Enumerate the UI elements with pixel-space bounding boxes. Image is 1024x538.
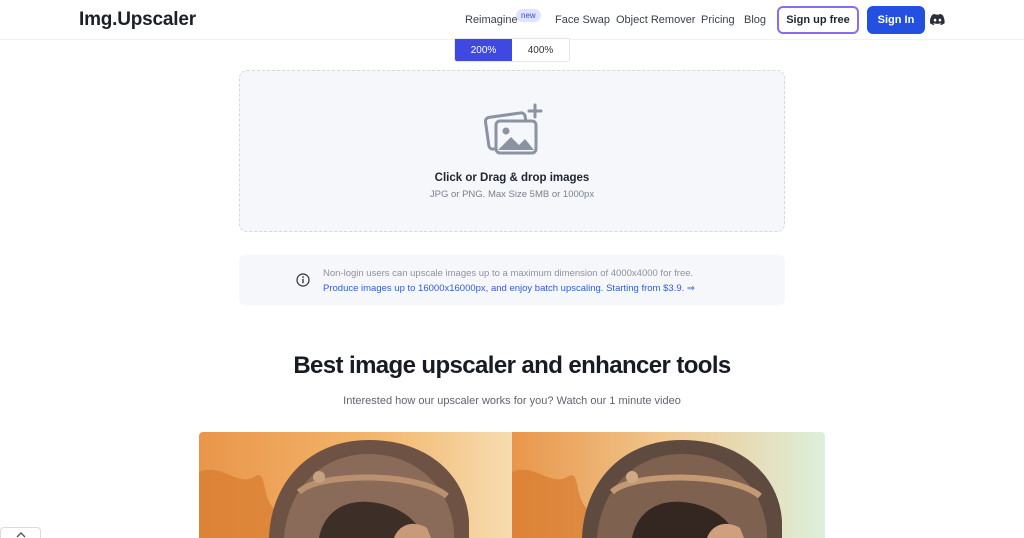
nav-pricing[interactable]: Pricing (701, 14, 735, 26)
nav-blog[interactable]: Blog (744, 14, 766, 26)
section-subtitle: Interested how our upscaler works for yo… (343, 395, 681, 407)
new-badge: new (516, 9, 541, 22)
upgrade-link[interactable]: Produce images up to 16000x16000px, and … (323, 283, 695, 294)
signin-button[interactable]: Sign In (867, 6, 925, 34)
scroll-top-button[interactable] (0, 527, 41, 538)
before-image (199, 432, 512, 538)
nav-reimagine[interactable]: Reimagine (465, 14, 518, 26)
upload-dropzone[interactable]: Click or Drag & drop images JPG or PNG. … (239, 70, 785, 232)
notice-text: Non-login users can upscale images up to… (323, 268, 694, 279)
section-title: Best image upscaler and enhancer tools (293, 352, 731, 379)
login-notice: Non-login users can upscale images up to… (239, 255, 785, 305)
site-header: Img.Upscaler Reimagine new Face Swap Obj… (0, 0, 1024, 40)
upload-title: Click or Drag & drop images (434, 172, 590, 184)
scale-400-button[interactable]: 400% (512, 39, 569, 61)
signup-button[interactable]: Sign up free (777, 6, 859, 34)
info-icon (296, 273, 310, 287)
chevron-up-icon (16, 532, 26, 538)
upload-subtitle: JPG or PNG. Max Size 5MB or 1000px (429, 189, 595, 200)
scale-selector: 200% 400% (454, 38, 570, 62)
discord-icon[interactable] (930, 13, 945, 26)
after-image (512, 432, 825, 538)
nav-object-remover[interactable]: Object Remover (616, 14, 695, 26)
nav-face-swap[interactable]: Face Swap (555, 14, 610, 26)
demo-video[interactable] (199, 432, 825, 538)
add-image-icon (484, 103, 543, 155)
scale-200-button[interactable]: 200% (455, 39, 512, 61)
logo[interactable]: Img.Upscaler (79, 9, 196, 31)
